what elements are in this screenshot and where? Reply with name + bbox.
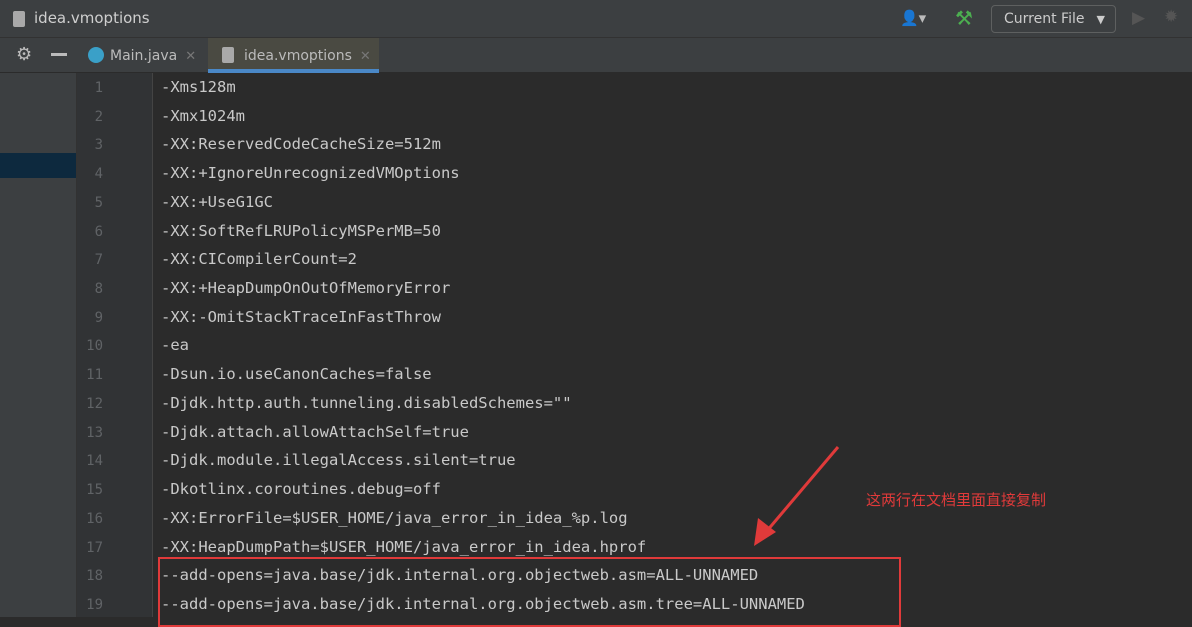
arrow-annotation — [754, 446, 840, 546]
annotation-text: 这两行在文档里面直接复制 — [866, 491, 1047, 509]
